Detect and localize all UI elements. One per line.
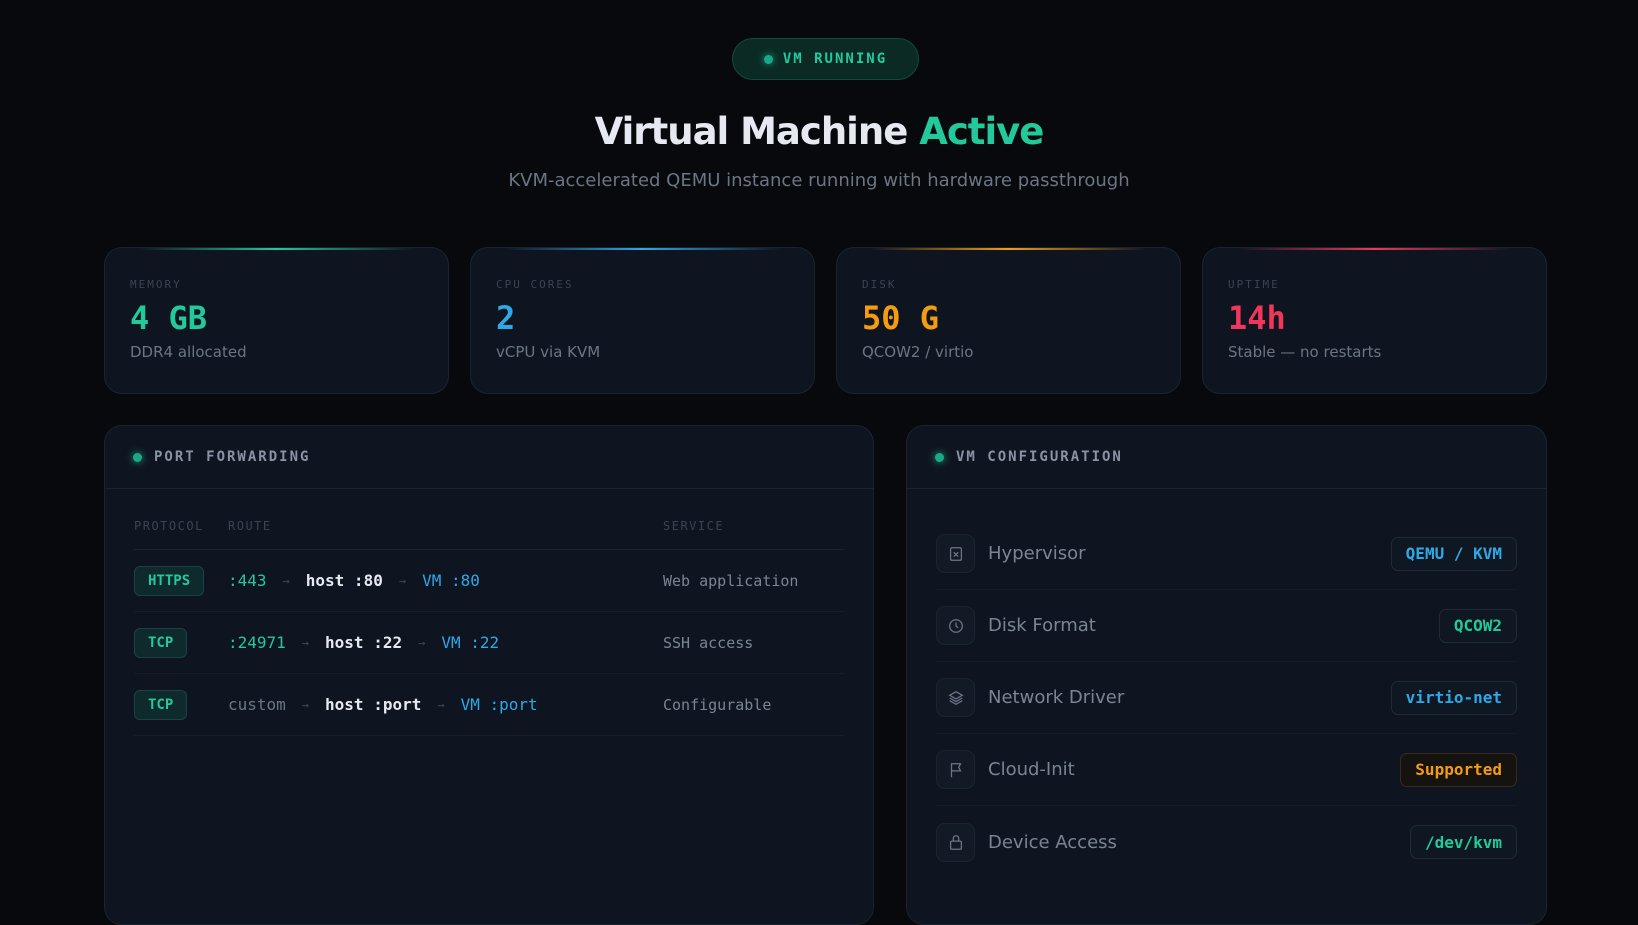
panel-header: PORT FORWARDING — [105, 426, 873, 489]
table-row: HTTPS :443 → host :80 → VM :80 Web applica… — [134, 550, 844, 612]
arrow-right-icon: → — [398, 573, 407, 588]
title-accent: Active — [919, 110, 1044, 153]
config-row: Device Access /dev/kvm — [936, 806, 1517, 878]
service-cell: Web application — [663, 571, 799, 590]
stat-label: DISK — [862, 278, 897, 291]
table-row: TCP :24971 → host :22 → VM :22 SSH access — [134, 612, 844, 674]
stat-card-uptime: UPTIME 14h Stable — no restarts — [1202, 247, 1547, 394]
service-cell: SSH access — [663, 633, 754, 652]
flag-icon — [936, 750, 975, 789]
vm-port: VM :port — [460, 695, 538, 714]
stat-label: UPTIME — [1228, 278, 1280, 291]
page-subtitle: KVM-accelerated QEMU instance running wi… — [508, 170, 1130, 191]
config-label: Disk Format — [988, 615, 1096, 636]
status-badge-label: VM RUNNING — [782, 51, 888, 67]
config-row: Hypervisor QEMU / KVM — [936, 518, 1517, 590]
arrow-right-icon: → — [301, 635, 310, 650]
stats-cards: MEMORY 4 GB DDR4 allocated CPU CORES 2 vCPU … — [104, 247, 1547, 394]
config-value-tag: /dev/kvm — [1409, 825, 1517, 859]
arrow-right-icon: → — [418, 635, 426, 650]
stat-desc: vCPU via KVM — [496, 343, 601, 361]
panel-header: VM CONFIGURATION — [907, 426, 1546, 489]
config-value-tag: virtio-net — [1390, 680, 1517, 715]
lock-icon — [936, 822, 975, 862]
protocol-cell: TCP — [134, 627, 228, 658]
source-port: :24971 — [228, 633, 286, 652]
config-value-tag: Supported — [1400, 752, 1517, 787]
chip-icon — [936, 534, 975, 573]
config-label: Hypervisor — [988, 543, 1086, 564]
stat-label: MEMORY — [130, 278, 182, 291]
config-label: Cloud-Init — [988, 759, 1075, 780]
host-port: host :port — [325, 695, 422, 714]
config-value-tag: QEMU / KVM — [1390, 536, 1517, 571]
config-row: Disk Format QCOW2 — [936, 590, 1517, 662]
title-main: Virtual Machine — [594, 110, 909, 153]
protocol-cell: HTTPS — [134, 565, 228, 596]
status-dot-icon — [763, 54, 773, 64]
config-row: Network Driver virtio-net — [936, 662, 1517, 734]
stat-value: 14h — [1228, 299, 1286, 337]
service-cell: Configurable — [663, 695, 772, 714]
panel-dot-icon — [133, 452, 142, 462]
table-header: PROTOCOL ROUTE SERVICE — [134, 519, 844, 550]
vm-port: VM :22 — [441, 633, 500, 652]
stat-value: 4 GB — [130, 299, 208, 337]
vm-port: VM :80 — [422, 571, 480, 590]
arrow-right-icon: → — [282, 573, 290, 588]
route-cell: :24971 → host :22 → VM :22 — [228, 633, 663, 652]
protocol-badge: TCP — [134, 627, 188, 658]
protocol-cell: TCP — [134, 689, 228, 720]
source-port: custom — [228, 695, 286, 714]
page-title: Virtual Machine Active — [0, 110, 1638, 153]
port-forwarding-panel: PORT FORWARDING PROTOCOL ROUTE SERVICE HTT… — [104, 425, 874, 925]
panel-title: PORT FORWARDING — [154, 449, 311, 465]
config-label: Device Access — [988, 831, 1117, 853]
host-port: host :22 — [325, 633, 403, 652]
arrow-right-icon: → — [301, 697, 310, 712]
panel-dot-icon — [935, 452, 944, 462]
stat-card-disk: DISK 50 G QCOW2 / virtio — [836, 247, 1181, 394]
stat-desc: Stable — no restarts — [1228, 343, 1382, 361]
clock-icon — [936, 606, 975, 645]
table-row: TCP custom → host :port → VM :port Configu… — [134, 674, 844, 736]
route-cell: custom → host :port → VM :port — [228, 695, 663, 714]
status-badge: VM RUNNING — [732, 38, 919, 80]
stat-value: 50 G — [862, 299, 940, 337]
arrow-right-icon: → — [437, 697, 445, 712]
column-header-protocol: PROTOCOL — [134, 519, 204, 533]
layers-icon — [936, 678, 975, 717]
stat-value: 2 — [496, 299, 516, 337]
vm-configuration-panel: VM CONFIGURATION Hypervisor QEMU / KVM D… — [906, 425, 1547, 925]
panel-title: VM CONFIGURATION — [956, 449, 1123, 465]
protocol-badge: HTTPS — [134, 565, 205, 596]
column-header-route: ROUTE — [228, 519, 272, 533]
stat-desc: DDR4 allocated — [130, 343, 247, 361]
protocol-badge: TCP — [134, 689, 188, 720]
source-port: :443 — [228, 571, 267, 590]
config-label: Network Driver — [988, 687, 1125, 708]
stat-desc: QCOW2 / virtio — [862, 343, 974, 361]
stat-card-memory: MEMORY 4 GB DDR4 allocated — [104, 247, 449, 394]
route-cell: :443 → host :80 → VM :80 — [228, 571, 663, 590]
config-row: Cloud-Init Supported — [936, 734, 1517, 806]
stat-card-cpu: CPU CORES 2 vCPU via KVM — [470, 247, 815, 394]
column-header-service: SERVICE — [663, 519, 725, 533]
stat-label: CPU CORES — [496, 278, 574, 291]
host-port: host :80 — [305, 571, 383, 590]
config-value-tag: QCOW2 — [1438, 608, 1517, 643]
